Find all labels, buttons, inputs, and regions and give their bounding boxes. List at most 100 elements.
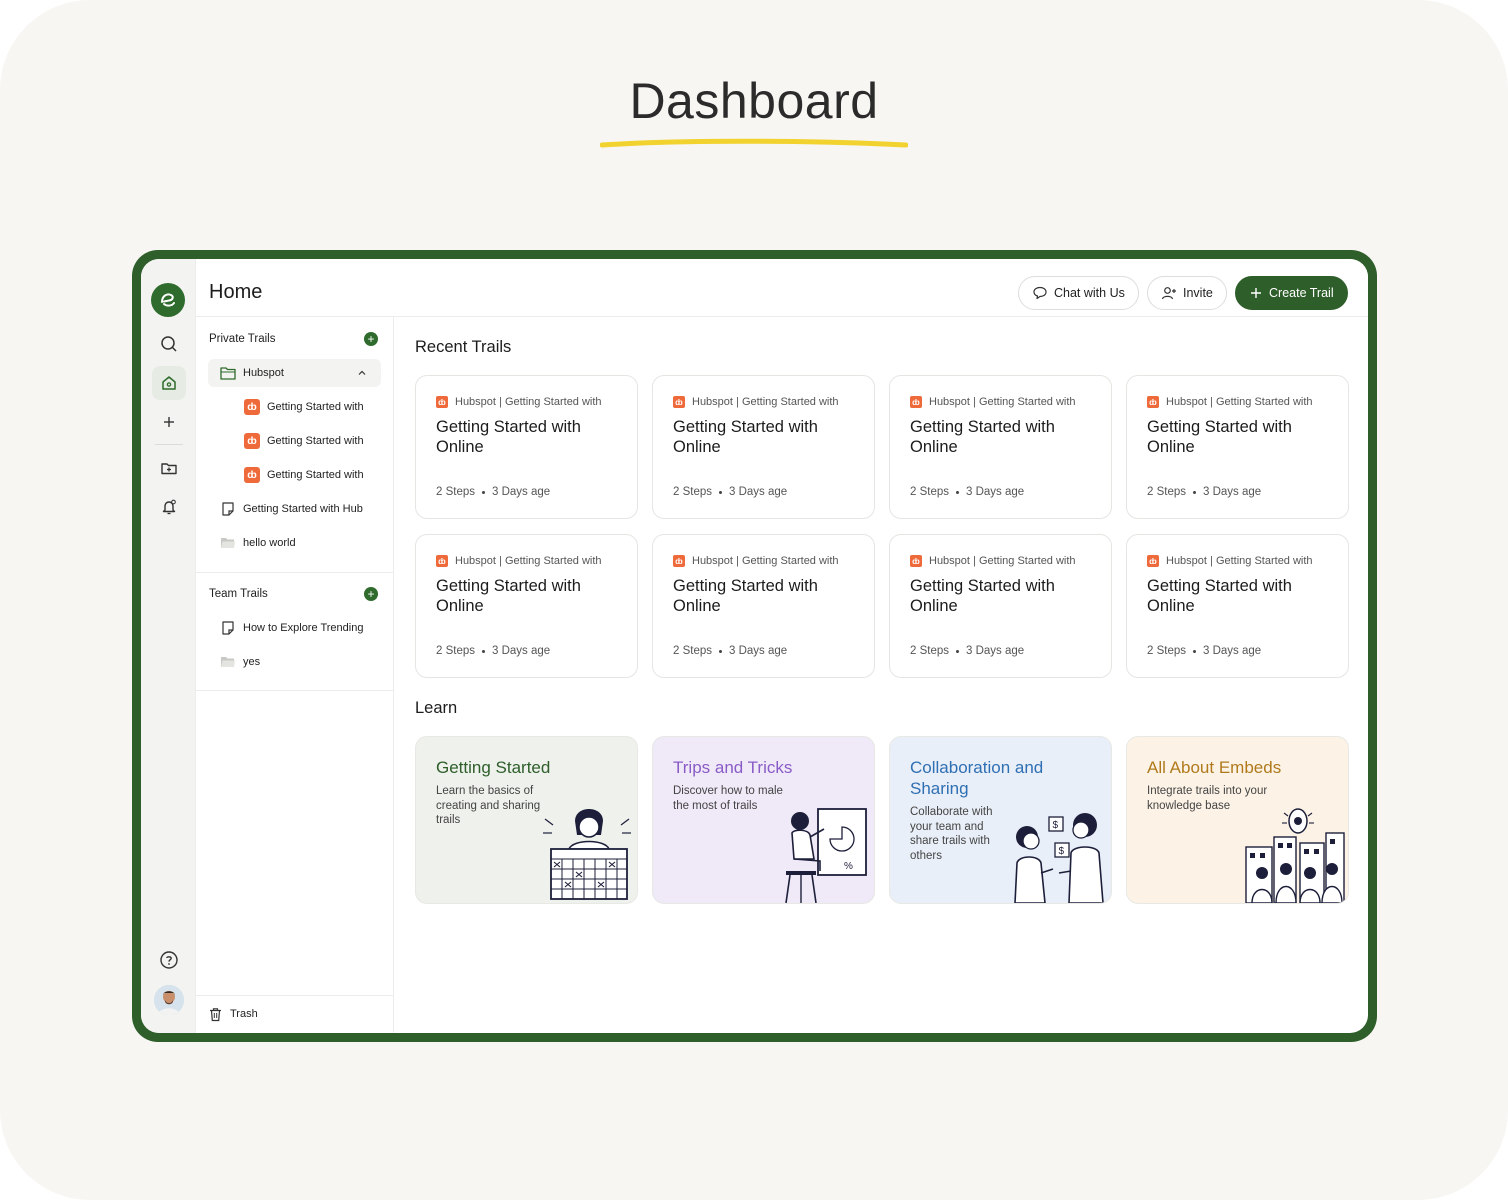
trail-steps: 2 Steps — [673, 486, 712, 498]
trail-card[interactable]: ȸ Hubspot | Getting Started with Getting … — [1126, 375, 1349, 519]
add-button[interactable] — [152, 405, 186, 439]
hubspot-icon: ȸ — [673, 396, 685, 408]
sidebar-item-trail[interactable]: ȸ Getting Started with — [244, 461, 364, 489]
trail-steps: 2 Steps — [910, 645, 949, 657]
sidebar-item-trail[interactable]: ȸ Getting Started with — [244, 427, 364, 455]
bell-icon — [162, 499, 176, 515]
hubspot-icon: ȸ — [244, 467, 260, 483]
sidebar-item-label: hello world — [243, 537, 296, 549]
team-trails-heading: Team Trails — [209, 588, 268, 600]
main-content: Recent Trails ȸ Hubspot | Getting Started… — [395, 317, 1368, 1033]
trail-card[interactable]: ȸ Hubspot | Getting Started with Getting … — [889, 375, 1112, 519]
home-icon — [162, 376, 176, 390]
private-trails-heading: Private Trails — [209, 333, 276, 345]
trail-title: Getting Started with Online — [673, 418, 818, 456]
user-avatar[interactable] — [154, 985, 184, 1015]
hubspot-icon: ȸ — [244, 399, 260, 415]
sidebar-item-label: Getting Started with Hub — [243, 503, 363, 515]
add-folder-button[interactable] — [152, 451, 186, 485]
learn-card-collaboration[interactable]: Collaboration and Sharing Collaborate wi… — [889, 736, 1112, 904]
learn-card-title: Trips and Tricks — [673, 758, 793, 777]
svg-text:%: % — [844, 861, 853, 872]
trail-title: Getting Started with Online — [436, 577, 581, 615]
add-team-trail-button[interactable]: + — [364, 587, 378, 601]
presentation-illustration-icon: % — [785, 808, 867, 903]
recent-trails-heading: Recent Trails — [415, 338, 512, 356]
trail-steps: 2 Steps — [436, 645, 475, 657]
trash-icon — [210, 1007, 221, 1021]
learn-card-getting-started[interactable]: Getting Started Learn the basics of crea… — [415, 736, 638, 904]
sidebar-item-folder[interactable]: yes — [220, 648, 260, 676]
trail-title: Getting Started with Online — [910, 418, 1055, 456]
logo-icon — [161, 293, 175, 307]
folder-icon — [221, 538, 235, 548]
svg-text:$: $ — [1053, 820, 1059, 831]
hubspot-icon: ȸ — [910, 396, 922, 408]
sidebar-item-document[interactable]: Getting Started with Hub — [220, 495, 363, 523]
sidebar-item-label: Getting Started with — [267, 435, 364, 447]
trail-age: 3 Days age — [1203, 486, 1262, 498]
app-logo[interactable] — [151, 283, 185, 317]
create-trail-button[interactable]: Create Trail — [1235, 276, 1348, 310]
home-button[interactable] — [152, 366, 186, 400]
trail-age: 3 Days age — [966, 645, 1025, 657]
invite-button[interactable]: Invite — [1147, 276, 1227, 310]
sidebar-item-label: How to Explore Trending — [243, 622, 364, 634]
trail-card[interactable]: ȸ Hubspot | Getting Started with Getting … — [415, 375, 638, 519]
trash-label: Trash — [230, 1008, 258, 1020]
help-button[interactable] — [152, 943, 186, 977]
sidebar-item-label: yes — [243, 656, 261, 668]
learn-card-title: All About Embeds — [1147, 758, 1282, 777]
sidebar-item-trail[interactable]: ȸ Getting Started with — [244, 393, 364, 421]
sidebar-item-label: Hubspot — [243, 367, 284, 379]
page-heading: Dashboard — [629, 73, 879, 129]
trash-button[interactable]: Trash — [208, 1000, 258, 1028]
trail-steps: 2 Steps — [673, 645, 712, 657]
chat-button-label: Chat with Us — [1054, 286, 1125, 300]
trail-age: 3 Days age — [1203, 645, 1262, 657]
hubspot-icon: ȸ — [910, 555, 922, 567]
trail-age: 3 Days age — [492, 645, 551, 657]
notifications-button[interactable] — [152, 490, 186, 524]
rail-divider — [155, 444, 183, 445]
separator-dot — [956, 649, 959, 653]
sidebar-item-document[interactable]: How to Explore Trending — [220, 614, 363, 642]
trail-source: Hubspot | Getting Started with — [929, 396, 1076, 408]
calendar-illustration-icon — [543, 809, 631, 900]
learn-card-title: Collaboration and Sharing — [910, 758, 1044, 798]
learn-card-tips-tricks[interactable]: Trips and Tricks Discover how to male th… — [652, 736, 875, 904]
learn-card-embeds[interactable]: All About Embeds Integrate trails into y… — [1126, 736, 1349, 904]
plus-icon — [1251, 288, 1261, 298]
chat-button[interactable]: Chat with Us — [1018, 276, 1139, 310]
chevron-up-icon[interactable] — [357, 368, 367, 378]
learn-card-title: Getting Started — [436, 758, 551, 777]
folder-add-icon — [161, 463, 177, 475]
search-button[interactable] — [152, 327, 186, 361]
trail-card[interactable]: ȸ Hubspot | Getting Started with Getting … — [889, 534, 1112, 678]
hubspot-icon: ȸ — [436, 396, 448, 408]
trail-source: Hubspot | Getting Started with — [455, 396, 602, 408]
separator-dot — [482, 490, 485, 494]
sidebar-item-hubspot[interactable]: Hubspot — [208, 359, 381, 387]
trail-source: Hubspot | Getting Started with — [692, 396, 839, 408]
help-icon — [160, 951, 178, 969]
trail-source: Hubspot | Getting Started with — [692, 555, 839, 567]
trail-card[interactable]: ȸ Hubspot | Getting Started with Getting … — [652, 375, 875, 519]
page-title: Home — [209, 281, 263, 303]
trail-card[interactable]: ȸ Hubspot | Getting Started with Getting … — [415, 534, 638, 678]
add-private-trail-button[interactable]: + — [364, 332, 378, 346]
trail-card[interactable]: ȸ Hubspot | Getting Started with Getting … — [1126, 534, 1349, 678]
trail-steps: 2 Steps — [910, 486, 949, 498]
trail-steps: 2 Steps — [1147, 645, 1186, 657]
trail-card[interactable]: ȸ Hubspot | Getting Started with Getting … — [652, 534, 875, 678]
trash-row[interactable]: Trash — [196, 995, 393, 1033]
sidebar-item-folder[interactable]: hello world — [220, 529, 296, 557]
create-trail-label: Create Trail — [1269, 286, 1334, 300]
document-icon — [222, 621, 234, 635]
separator-dot — [719, 649, 722, 653]
trail-age: 3 Days age — [492, 486, 551, 498]
people-sharing-illustration-icon: $ $ — [1014, 813, 1104, 903]
add-user-icon — [1161, 287, 1176, 300]
hubspot-icon: ȸ — [673, 555, 685, 567]
svg-text:$: $ — [1059, 846, 1065, 857]
